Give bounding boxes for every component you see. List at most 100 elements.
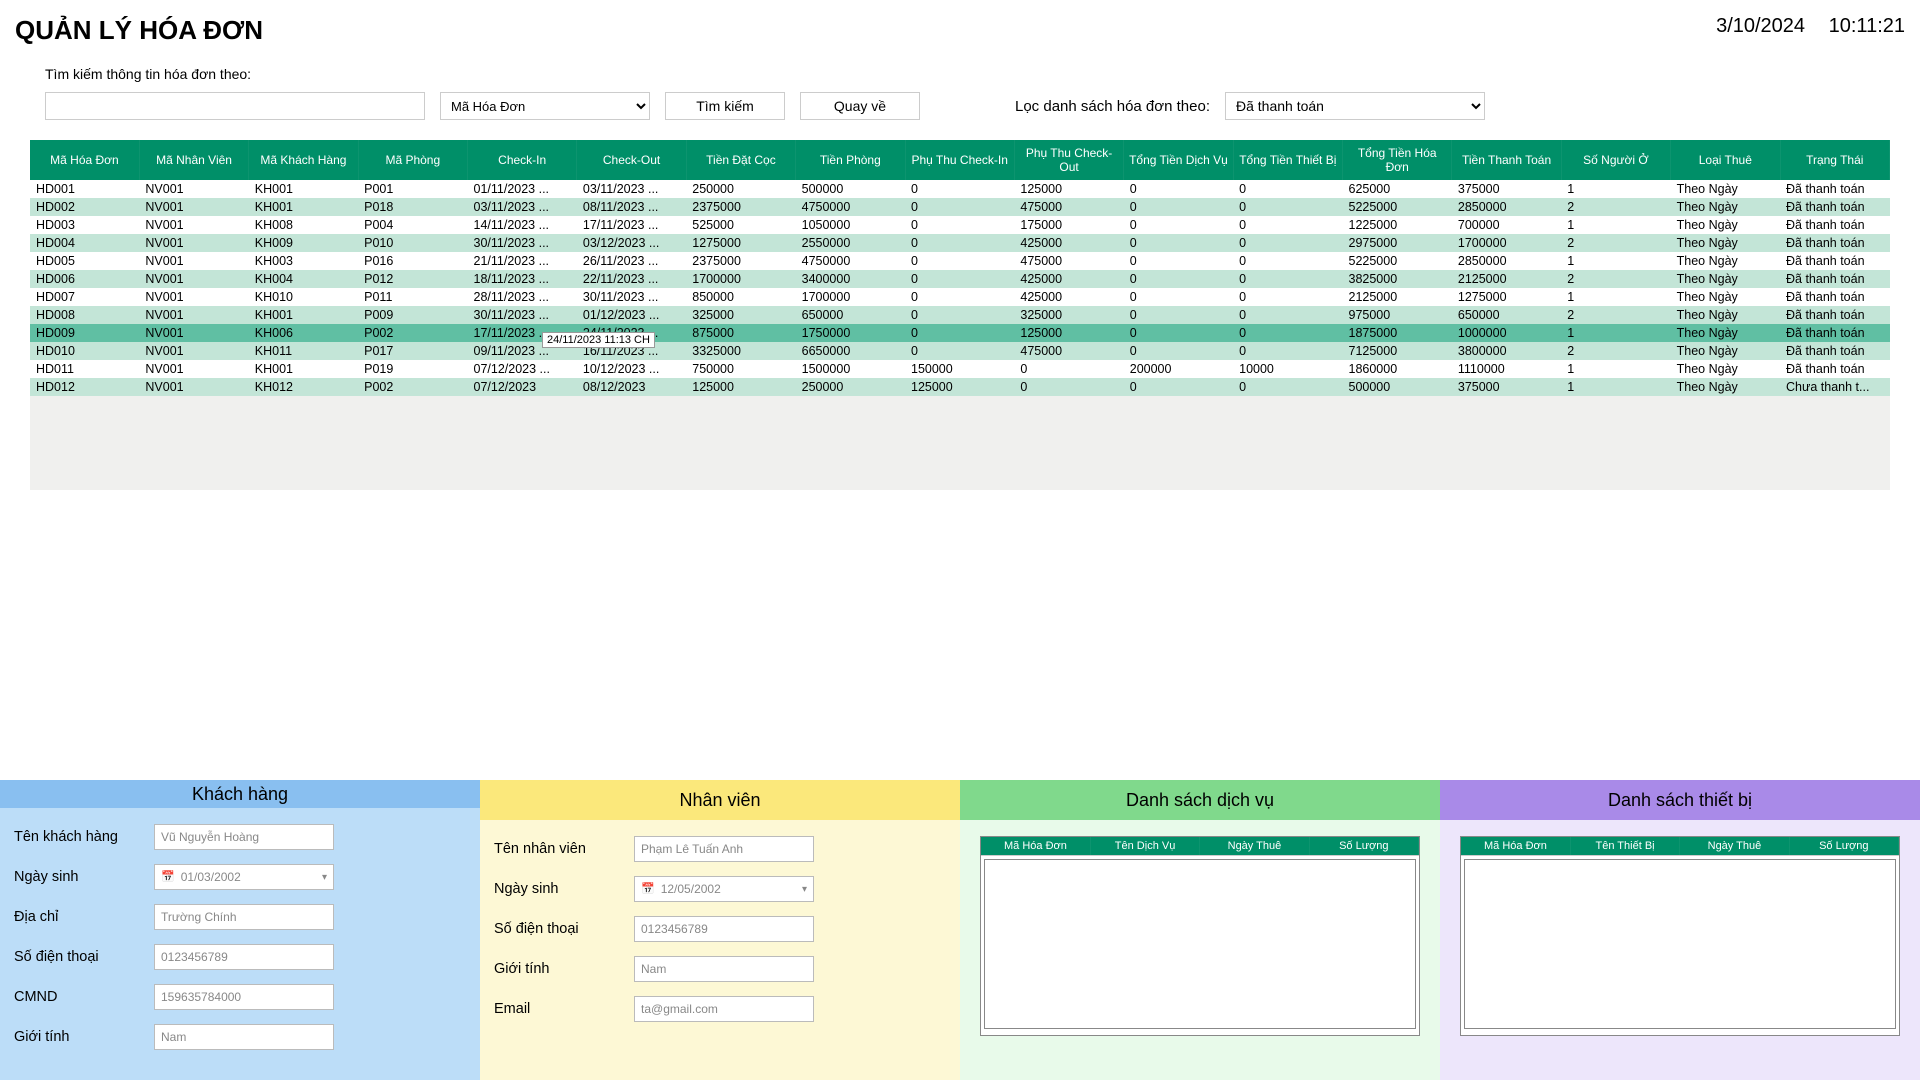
table-cell: HD001 [30,180,139,198]
table-cell: 14/11/2023 ... [468,216,577,234]
table-cell: Theo Ngày [1671,324,1780,342]
column-header[interactable]: Mã Nhân Viên [139,140,248,180]
column-header[interactable]: Mã Phòng [358,140,467,180]
table-cell: NV001 [139,180,248,198]
table-cell: 18/11/2023 ... [468,270,577,288]
column-header[interactable]: Tiền Đặt Cọc [686,140,795,180]
mini-column-header[interactable]: Tên Dịch Vụ [1090,837,1199,856]
table-cell: 2375000 [686,252,795,270]
table-cell: Đã thanh toán [1780,360,1890,378]
column-header[interactable]: Tiền Phòng [796,140,905,180]
table-cell: 0 [1233,180,1342,198]
datetime-display: 3/10/2024 10:11:21 [1698,15,1905,38]
table-cell: 1275000 [686,234,795,252]
filter-select[interactable]: Đã thanh toán [1225,92,1485,120]
table-cell: 21/11/2023 ... [468,252,577,270]
table-cell: 1500000 [796,360,905,378]
table-row[interactable]: HD004NV001KH009P01030/11/2023 ...03/12/2… [30,234,1890,252]
table-cell: 0 [1014,378,1123,396]
column-header[interactable]: Mã Khách Hàng [249,140,358,180]
column-header[interactable]: Số Người Ở [1561,140,1670,180]
table-cell: 2850000 [1452,252,1561,270]
customer-field-input[interactable]: Vũ Nguyễn Hoàng [154,824,334,850]
customer-field-label: Giới tính [14,1029,154,1045]
cell-tooltip: 24/11/2023 11:13 CH [542,332,655,348]
column-header[interactable]: Phụ Thu Check-In [905,140,1014,180]
table-row[interactable]: HD006NV001KH004P01218/11/2023 ...22/11/2… [30,270,1890,288]
table-row[interactable]: HD002NV001KH001P01803/11/2023 ...08/11/2… [30,198,1890,216]
service-table[interactable]: Mã Hóa ĐơnTên Dịch VụNgày ThuêSố Lượng [980,836,1420,1036]
table-cell: Đã thanh toán [1780,342,1890,360]
table-cell: NV001 [139,342,248,360]
column-header[interactable]: Trạng Thái [1780,140,1890,180]
table-cell: P004 [358,216,467,234]
table-cell: Theo Ngày [1671,252,1780,270]
column-header[interactable]: Phụ Thu Check-Out [1014,140,1123,180]
column-header[interactable]: Tổng Tiền Thiết Bị [1233,140,1342,180]
column-header[interactable]: Tiền Thanh Toán [1452,140,1561,180]
mini-column-header[interactable]: Tên Thiết Bị [1570,837,1679,856]
table-cell: 425000 [1014,288,1123,306]
table-row[interactable]: HD001NV001KH001P00101/11/2023 ...03/11/2… [30,180,1890,198]
column-header[interactable]: Check-In [468,140,577,180]
filter-label: Lọc danh sách hóa đơn theo: [1015,98,1210,115]
table-row[interactable]: HD009NV001KH006P00217/11/2023 ...24/11/2… [30,324,1890,342]
column-header[interactable]: Check-Out [577,140,686,180]
column-header[interactable]: Tổng Tiền Dịch Vụ [1124,140,1233,180]
table-cell: 7125000 [1343,342,1452,360]
table-cell: 1 [1561,252,1670,270]
table-cell: 0 [905,198,1014,216]
column-header[interactable]: Loại Thuê [1671,140,1780,180]
table-cell: 500000 [796,180,905,198]
customer-field-input[interactable]: Nam [154,1024,334,1050]
table-cell: 1875000 [1343,324,1452,342]
table-cell: NV001 [139,306,248,324]
customer-field-input[interactable]: 📅01/03/2002▾ [154,864,334,890]
table-cell: 2 [1561,198,1670,216]
table-row[interactable]: HD010NV001KH011P01709/11/2023 ...16/11/2… [30,342,1890,360]
table-cell: 750000 [686,360,795,378]
employee-field-input[interactable]: Phạm Lê Tuấn Anh [634,836,814,862]
mini-column-header[interactable]: Số Lượng [1309,837,1418,856]
column-header[interactable]: Mã Hóa Đơn [30,140,139,180]
employee-field-input[interactable]: 📅12/05/2002▾ [634,876,814,902]
table-row[interactable]: HD003NV001KH008P00414/11/2023 ...17/11/2… [30,216,1890,234]
mini-column-header[interactable]: Mã Hóa Đơn [981,837,1090,856]
table-cell: 0 [1233,270,1342,288]
table-row[interactable]: HD005NV001KH003P01621/11/2023 ...26/11/2… [30,252,1890,270]
column-header[interactable]: Tổng Tiền Hóa Đơn [1343,140,1452,180]
table-cell: HD005 [30,252,139,270]
table-row[interactable]: HD008NV001KH001P00930/11/2023 ...01/12/2… [30,306,1890,324]
table-cell: 2850000 [1452,198,1561,216]
customer-field-input[interactable]: Trường Chính [154,904,334,930]
employee-field-input[interactable]: ta@gmail.com [634,996,814,1022]
back-button[interactable]: Quay về [800,92,920,120]
table-cell: KH001 [249,306,358,324]
search-field-select[interactable]: Mã Hóa Đơn [440,92,650,120]
table-row[interactable]: HD012NV001KH012P00207/12/202308/12/20231… [30,378,1890,396]
mini-column-header[interactable]: Số Lượng [1789,837,1898,856]
mini-column-header[interactable]: Ngày Thuê [1200,837,1309,856]
invoice-table[interactable]: Mã Hóa ĐơnMã Nhân ViênMã Khách HàngMã Ph… [30,140,1890,396]
customer-field-input[interactable]: 159635784000 [154,984,334,1010]
table-cell: 250000 [796,378,905,396]
table-cell: 30/11/2023 ... [468,306,577,324]
employee-field-input[interactable]: Nam [634,956,814,982]
date-display: 3/10/2024 [1716,15,1805,37]
search-button[interactable]: Tìm kiếm [665,92,785,120]
table-cell: Đã thanh toán [1780,180,1890,198]
table-cell: NV001 [139,324,248,342]
table-cell: 1110000 [1452,360,1561,378]
customer-field-input[interactable]: 0123456789 [154,944,334,970]
mini-column-header[interactable]: Ngày Thuê [1680,837,1789,856]
employee-field-input[interactable]: 0123456789 [634,916,814,942]
table-cell: Đã thanh toán [1780,306,1890,324]
mini-column-header[interactable]: Mã Hóa Đơn [1461,837,1570,856]
search-input[interactable] [45,92,425,120]
equipment-table[interactable]: Mã Hóa ĐơnTên Thiết BịNgày ThuêSố Lượng [1460,836,1900,1036]
table-cell: 0 [905,288,1014,306]
table-row[interactable]: HD007NV001KH010P01128/11/2023 ...30/11/2… [30,288,1890,306]
table-cell: 0 [905,216,1014,234]
table-cell: 0 [1124,288,1233,306]
table-row[interactable]: HD011NV001KH001P01907/12/2023 ...10/12/2… [30,360,1890,378]
